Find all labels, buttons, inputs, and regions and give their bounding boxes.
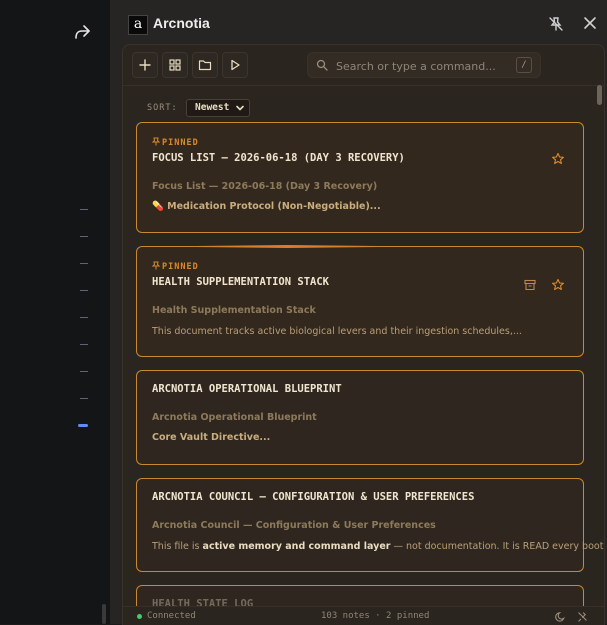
note-preview: This document tracks active biological l… [152, 326, 522, 337]
note-title: HEALTH SUPPLEMENTATION STACK [152, 276, 330, 288]
pinned-label: PINNED [151, 261, 199, 272]
add-icon [139, 59, 151, 71]
note-title: ARCNOTIA OPERATIONAL BLUEPRINT [152, 383, 342, 395]
grid-view-button[interactable] [162, 52, 188, 78]
folder-icon [198, 60, 212, 71]
pin-toggle-icon[interactable] [551, 278, 565, 292]
outline-marker[interactable] [80, 398, 88, 399]
note-subtitle: Arcnotia Operational Blueprint [152, 412, 317, 423]
folder-button[interactable] [192, 52, 218, 78]
pin-icon [151, 137, 161, 146]
note-preview: 💊 Medication Protocol (Non-Negotiable)..… [152, 201, 381, 212]
note-subtitle: Focus List — 2026-06-18 (Day 3 Recovery) [152, 181, 378, 192]
titlebar: a Arcnotia [110, 0, 607, 46]
note-preview: This file is active memory and command l… [152, 541, 605, 552]
pin-toggle-icon[interactable] [551, 152, 565, 166]
active-glow [197, 245, 377, 248]
clean-brush-icon[interactable] [577, 611, 588, 622]
search-shortcut-hint: / [516, 57, 532, 73]
pinned-label: PINNED [151, 137, 199, 148]
theme-moon-icon[interactable] [555, 611, 566, 622]
grid-icon [169, 59, 181, 71]
note-card[interactable]: ARCNOTIA COUNCIL — CONFIGURATION & USER … [136, 478, 604, 572]
arcnotia-panel: a Arcnotia Search or type a command... /… [110, 0, 607, 625]
unpin-panel-icon[interactable] [548, 16, 564, 32]
search-input[interactable] [334, 56, 514, 76]
left-pane [0, 0, 111, 624]
sort-select[interactable]: Newest [186, 99, 250, 117]
left-scrollbar[interactable] [102, 604, 106, 624]
notes-count: 103 notes · 2 pinned [321, 611, 430, 621]
outline-marker[interactable] [80, 209, 88, 210]
note-subtitle: Health Supplementation Stack [152, 305, 316, 316]
share-icon[interactable] [72, 22, 92, 42]
chevron-down-icon [236, 105, 244, 111]
archive-icon[interactable] [523, 278, 537, 292]
note-preview: Core Vault Directive... [152, 432, 271, 443]
app-title: Arcnotia [153, 15, 210, 31]
outline-marker[interactable] [80, 317, 88, 318]
status-bar: Connected 103 notes · 2 pinned [123, 606, 604, 625]
app-logo: a [128, 15, 148, 35]
outline-marker[interactable] [80, 263, 88, 264]
note-card[interactable]: PINNED HEALTH SUPPLEMENTATION STACK Heal… [136, 245, 584, 357]
close-icon[interactable] [582, 15, 598, 31]
search-box[interactable]: / [307, 52, 541, 78]
outline-marker[interactable] [80, 344, 88, 345]
outline-marker[interactable] [80, 236, 88, 237]
outline-marker-active[interactable] [78, 424, 88, 427]
toolbar: / [123, 45, 604, 86]
sort-selected-value: Newest [195, 102, 230, 113]
note-title: ARCNOTIA COUNCIL — CONFIGURATION & USER … [152, 491, 475, 503]
note-card[interactable]: PINNED FOCUS LIST — 2026-06-18 (DAY 3 RE… [136, 122, 584, 233]
play-icon [231, 59, 240, 71]
note-subtitle: Arcnotia Council — Configuration & User … [152, 520, 436, 531]
note-card[interactable]: ARCNOTIA OPERATIONAL BLUEPRINT Arcnotia … [136, 370, 584, 465]
notes-container: / SORT: Newest PINNED FOCUS LIST — 2026-… [122, 44, 605, 625]
pin-icon [151, 261, 161, 270]
note-title: FOCUS LIST — 2026-06-18 (DAY 3 RECOVERY) [152, 152, 405, 164]
connection-status: Connected [147, 611, 196, 621]
new-note-button[interactable] [132, 52, 158, 78]
connection-status-dot [137, 614, 142, 619]
outline-marker[interactable] [80, 290, 88, 291]
notes-scrollbar[interactable] [597, 85, 602, 105]
outline-marker[interactable] [80, 371, 88, 372]
sort-label: SORT: [147, 103, 178, 113]
run-button[interactable] [222, 52, 248, 78]
search-icon [316, 59, 328, 71]
